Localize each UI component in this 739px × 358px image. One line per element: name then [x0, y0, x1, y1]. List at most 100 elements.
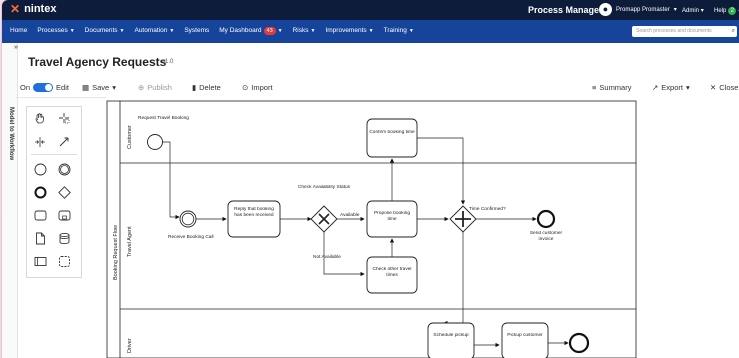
subprocess-icon[interactable]: [57, 208, 71, 222]
lasso-tool-icon[interactable]: [57, 111, 71, 125]
close-button[interactable]: ✕ Close: [710, 83, 738, 92]
data-object-icon[interactable]: [33, 231, 47, 245]
search-placeholder: Search processes and documents: [636, 28, 712, 34]
export-icon: ↗: [652, 83, 659, 92]
end-event-invoice-label: Send customer invoice: [529, 231, 563, 242]
background-frame: ✕ nintex Process Manager ● Promapp Proma…: [0, 0, 739, 358]
user-menu[interactable]: ● Promapp Promaster ▾: [599, 3, 677, 16]
gateway-availability-label: Check Availability Status: [297, 185, 351, 190]
help-menu[interactable]: Help 2 ▾: [714, 7, 739, 15]
gateway-icon[interactable]: [57, 185, 71, 199]
nav-my-dashboard[interactable]: My Dashboard 43 ▼: [219, 27, 283, 35]
editor-toolbar: On Edit ▦ Save ▾ ⊕ Publish ▮ Delete ⊙ Im…: [16, 79, 739, 98]
expand-panel-icon[interactable]: »: [14, 44, 18, 51]
nintex-logo-icon: ✕: [10, 2, 21, 16]
admin-label: Admin: [682, 8, 700, 14]
search-icon[interactable]: ⌕: [732, 26, 735, 37]
task-reply-label: Reply that booking has been received: [234, 207, 274, 218]
nav-home[interactable]: Home: [10, 27, 27, 35]
intermediate-event-icon[interactable]: [57, 162, 71, 176]
lane-label-driver: Driver: [127, 338, 133, 353]
pool-icon[interactable]: [33, 254, 47, 268]
available-label: Available: [340, 212, 360, 218]
receive-booking-label: Receive Booking Call: [168, 234, 214, 240]
toggle-switch[interactable]: [33, 83, 54, 92]
publish-icon: ⊕: [138, 83, 145, 92]
space-tool-icon[interactable]: [33, 135, 47, 149]
save-button[interactable]: ▦ Save ▾: [82, 83, 116, 92]
summary-button[interactable]: ≡ Summary: [592, 83, 631, 92]
connect-tool-icon[interactable]: [57, 135, 71, 149]
end-event-invoice: [536, 209, 556, 229]
pool-label: Booking Request Flow: [113, 225, 119, 280]
gateway-time-confirmed-label: Time Confirmed?: [469, 206, 506, 212]
task-pickup-label: Pickup customer: [507, 333, 543, 338]
start-event-icon[interactable]: [33, 162, 47, 176]
nav-improvements[interactable]: Improvements ▼: [325, 27, 373, 35]
model-to-workflow-label: Model to Workflow: [8, 107, 14, 161]
nav-processes[interactable]: Processes ▼: [37, 27, 74, 35]
chevron-down-icon: ▾: [673, 7, 677, 13]
chevron-down-icon: ▼: [368, 28, 374, 34]
nav-documents[interactable]: Documents ▼: [85, 27, 125, 35]
close-label: Close: [719, 83, 739, 92]
receive-booking-event-inner: [181, 212, 195, 226]
import-icon: ⊙: [242, 83, 249, 92]
admin-menu[interactable]: Admin ▾: [682, 7, 704, 14]
chevron-down-icon: ▾: [112, 83, 116, 92]
help-count-badge: 2: [728, 7, 737, 15]
hand-tool-icon[interactable]: [33, 111, 47, 125]
user-name: Promapp Promaster: [616, 6, 670, 13]
chevron-down-icon: ▾: [685, 83, 690, 92]
nav-training-label: Training: [383, 27, 407, 34]
version-label: v1.0: [162, 59, 174, 65]
task-confirm-label: Confirm booking time: [369, 130, 415, 135]
bpmn-diagram: Booking Request Flow Customer Travel Age…: [106, 100, 637, 358]
nav-improvements-label: Improvements: [325, 27, 367, 34]
publish-button[interactable]: ⊕ Publish: [138, 83, 172, 92]
export-button[interactable]: ↗ Export ▾: [652, 83, 690, 92]
diagram-canvas[interactable]: Booking Request Flow Customer Travel Age…: [106, 97, 739, 358]
search-input[interactable]: Search processes and documents ⌕: [632, 26, 737, 37]
save-icon: ▦: [82, 83, 90, 92]
nav-systems[interactable]: Systems: [184, 27, 209, 35]
dashboard-badge: 43: [263, 27, 276, 35]
task-check-other-label: Check other travel times: [372, 267, 412, 278]
delete-label: Delete: [199, 83, 221, 92]
not-available-label: Not Available: [313, 254, 341, 260]
nav-automation[interactable]: Automation ▼: [134, 27, 174, 35]
nav-risks[interactable]: Risks ▼: [293, 27, 316, 35]
save-label: Save: [92, 83, 110, 92]
help-label: Help: [714, 8, 727, 14]
import-button[interactable]: ⊙ Import: [242, 83, 273, 92]
task-propose-label: Propose booking time: [373, 211, 410, 222]
nav-processes-label: Processes: [37, 27, 68, 34]
nav-training[interactable]: Training ▼: [384, 27, 414, 35]
end-event-pickup: [568, 332, 590, 354]
group-icon[interactable]: [57, 254, 71, 268]
trash-icon: ▮: [192, 83, 197, 92]
task-icon[interactable]: [33, 208, 47, 222]
toggle-edit-label: Edit: [56, 83, 69, 92]
lane-label-travel-agent: Travel Agent: [127, 226, 133, 257]
nav-automation-label: Automation: [134, 27, 168, 34]
edit-toggle[interactable]: On Edit: [20, 83, 69, 92]
page-title: Travel Agency Requests: [28, 55, 167, 69]
main-nav: Home Processes ▼ Documents ▼ Automation ▼ S…: [2, 20, 739, 43]
chevron-down-icon: ▼: [310, 28, 316, 34]
palette-divider: [31, 154, 77, 155]
summary-label: Summary: [599, 83, 632, 92]
lane-label-customer: Customer: [127, 125, 133, 149]
nav-home-label: Home: [10, 27, 28, 34]
nav-risks-label: Risks: [292, 27, 309, 34]
start-event-label: Request Travel Booking: [138, 115, 189, 121]
chevron-down-icon: ▾: [700, 8, 704, 14]
brand-logo[interactable]: ✕ nintex: [10, 3, 56, 15]
data-store-icon[interactable]: [57, 231, 71, 245]
chevron-down-icon: ▼: [119, 28, 125, 34]
nav-documents-label: Documents: [84, 27, 118, 34]
import-label: Import: [251, 83, 273, 92]
delete-button[interactable]: ▮ Delete: [192, 83, 221, 92]
app-window: ✕ nintex Process Manager ● Promapp Proma…: [2, 0, 739, 358]
end-event-icon[interactable]: [33, 185, 47, 199]
